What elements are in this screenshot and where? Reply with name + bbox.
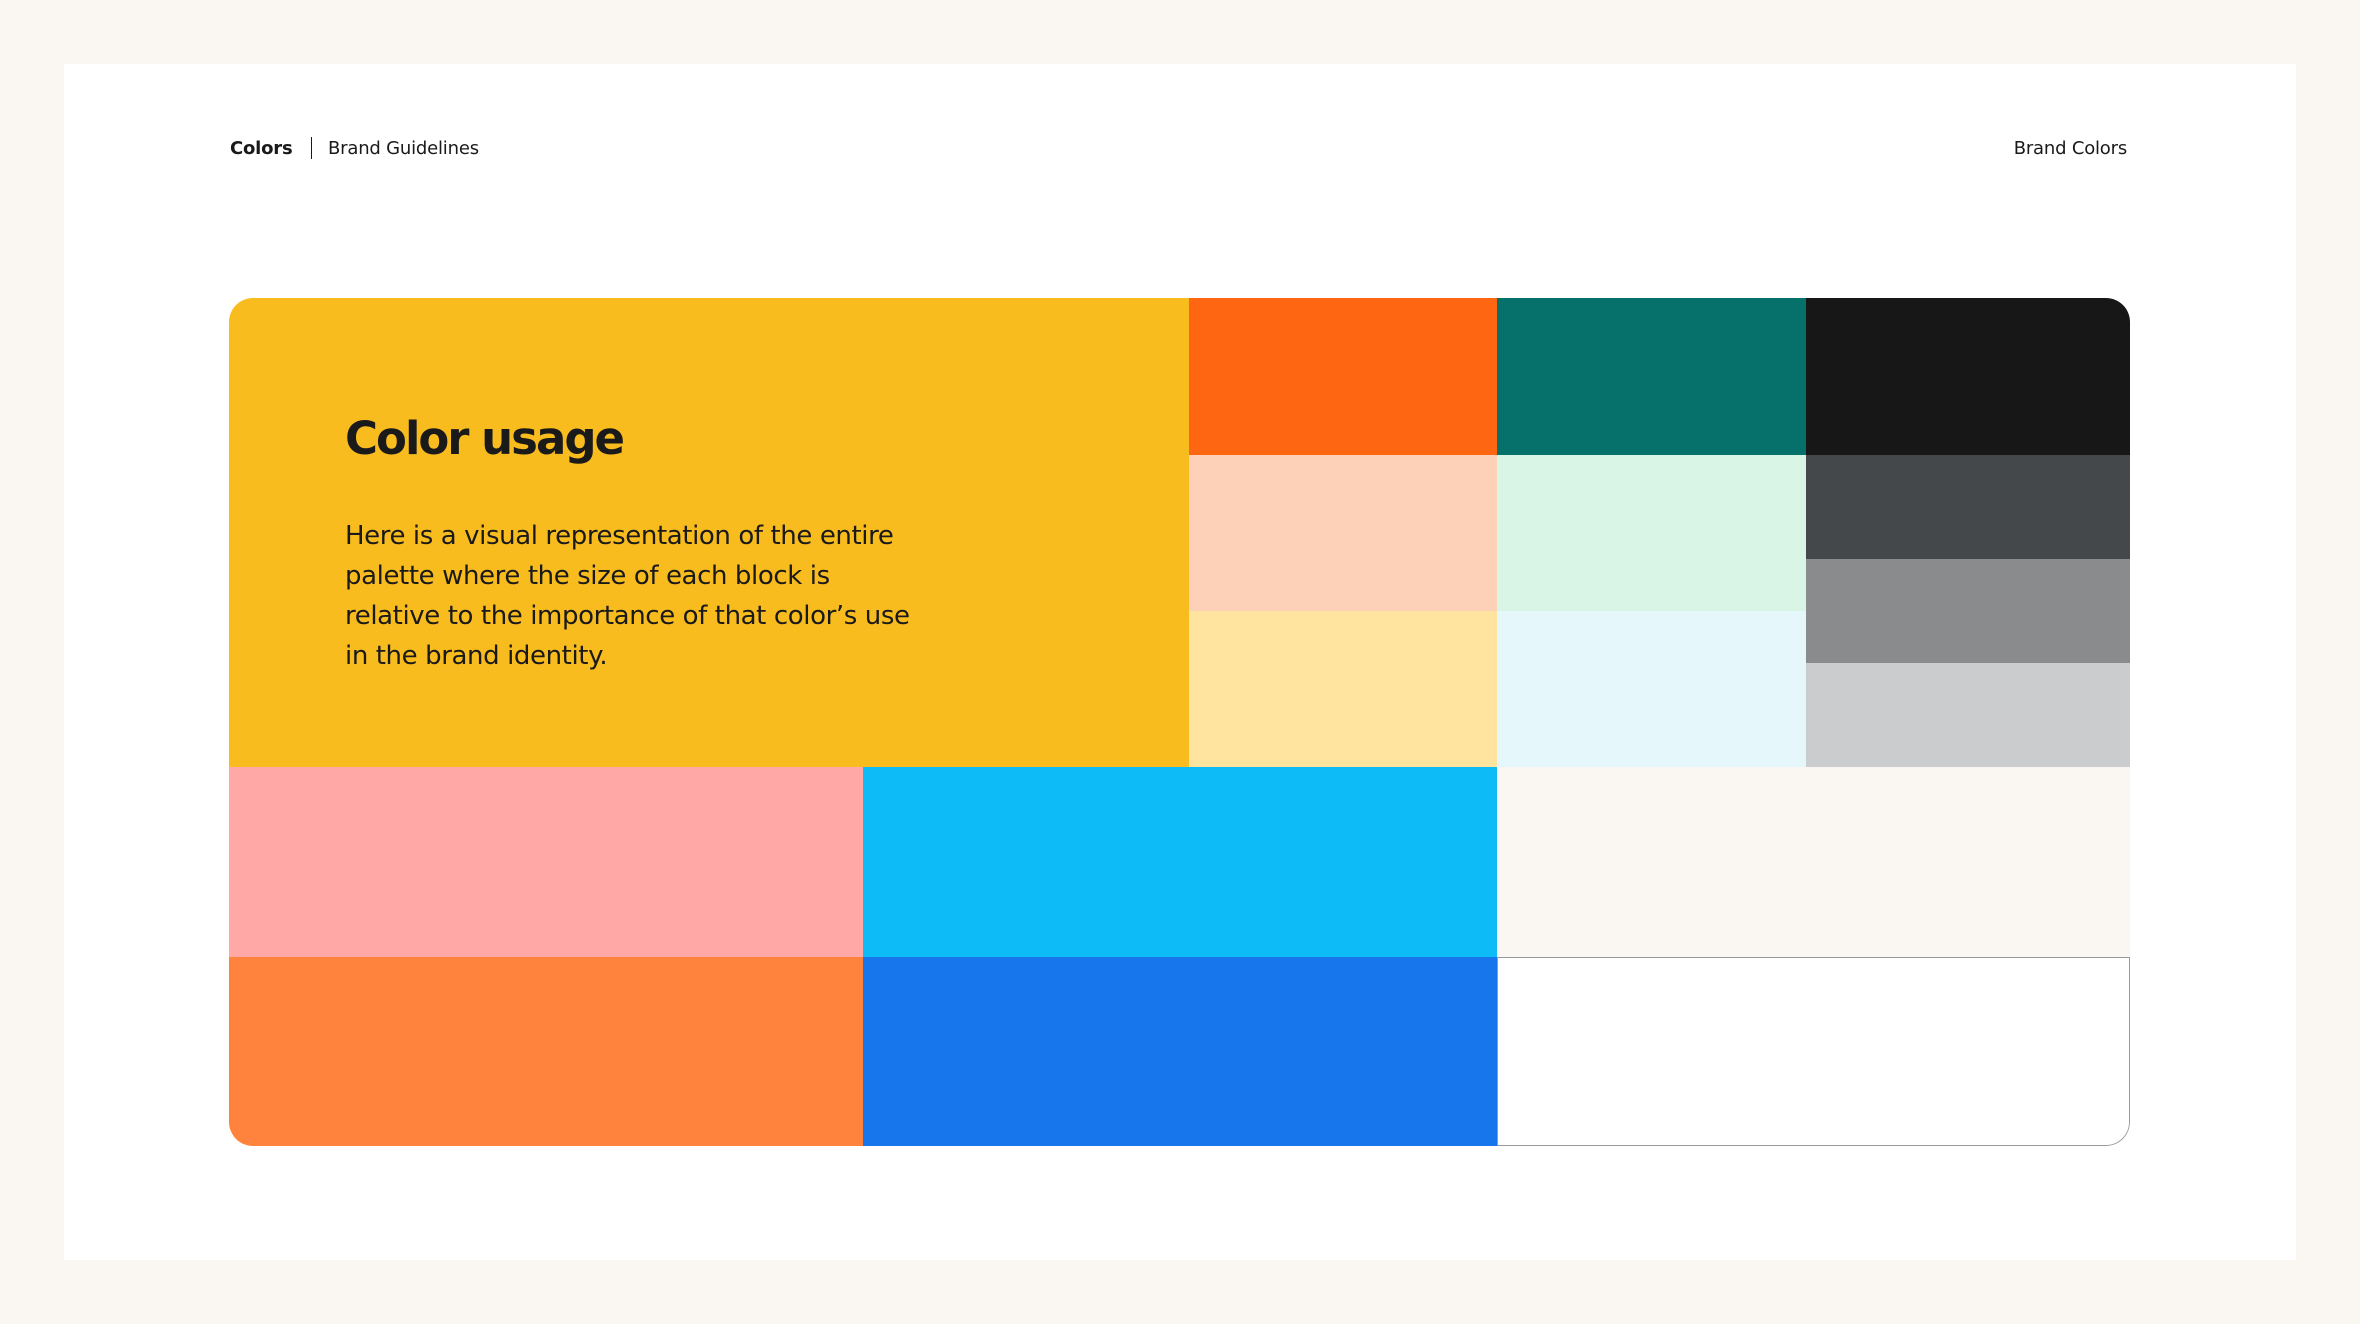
page-label: Brand Colors xyxy=(2013,137,2128,159)
breadcrumb-divider xyxy=(310,137,313,159)
swatch-cream xyxy=(1497,767,2130,957)
swatch-white xyxy=(1497,957,2130,1146)
section-description: Here is a visual representation of the e… xyxy=(345,521,910,671)
swatch-dark-gray xyxy=(1806,455,2130,559)
swatch-light-orange xyxy=(229,957,863,1146)
swatch-pink xyxy=(229,767,863,957)
swatch-orange xyxy=(1189,298,1497,455)
section-title: Color usage xyxy=(345,412,625,465)
color-palette-grid: Color usage Here is a visual representat… xyxy=(229,298,2130,1146)
swatch-teal xyxy=(1497,298,1806,455)
swatch-peach xyxy=(1189,455,1497,611)
swatch-light-yellow xyxy=(1189,611,1497,767)
slide: Colors Brand Guidelines Brand Colors Col… xyxy=(64,64,2296,1260)
swatch-blue xyxy=(863,957,1497,1146)
swatch-light-cyan xyxy=(1497,611,1806,767)
swatch-mint xyxy=(1497,455,1806,611)
breadcrumb-section: Colors xyxy=(230,137,293,159)
swatch-light-gray xyxy=(1806,663,2130,767)
breadcrumb-document: Brand Guidelines xyxy=(328,137,479,159)
breadcrumb: Colors Brand Guidelines xyxy=(230,130,479,166)
swatch-mid-gray xyxy=(1806,559,2130,663)
swatch-black xyxy=(1806,298,2130,455)
swatch-yellow: Color usage Here is a visual representat… xyxy=(229,298,1189,767)
swatch-sky-blue xyxy=(863,767,1497,957)
